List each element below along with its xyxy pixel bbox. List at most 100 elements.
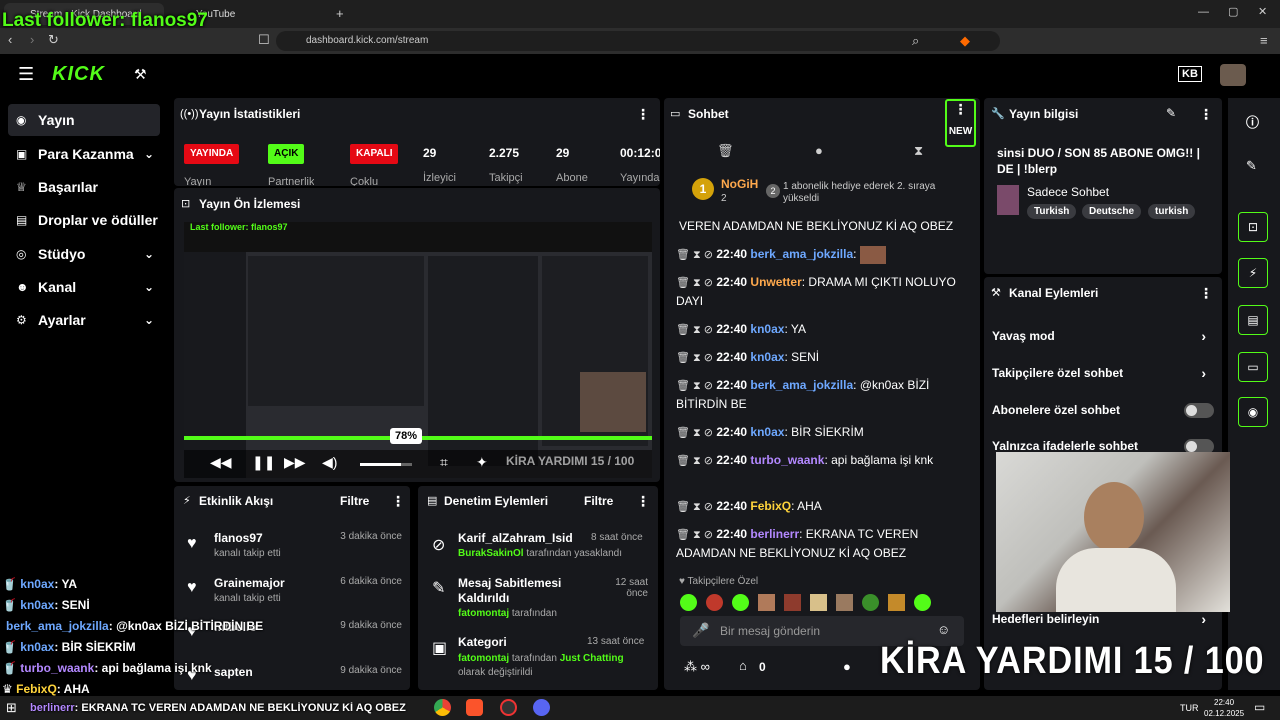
emoji-icon[interactable]: ☺ bbox=[937, 622, 950, 637]
minimize-icon[interactable]: — bbox=[1198, 7, 1209, 18]
sparkle-icon[interactable]: ✦ bbox=[476, 454, 488, 471]
language-indicator[interactable]: TUR bbox=[1180, 703, 1199, 713]
emote-icon[interactable] bbox=[758, 594, 775, 611]
chat-user[interactable]: FebixQ bbox=[750, 499, 791, 513]
mod-tools-icon[interactable]: 🗑 ⧗ ⊘ bbox=[676, 249, 713, 261]
action-set-goals[interactable]: Hedefleri belirleyin › bbox=[992, 611, 1214, 627]
emote-icon[interactable] bbox=[732, 594, 749, 611]
reload-icon[interactable]: ↻ bbox=[48, 33, 59, 46]
points-icon[interactable]: ⁂ ∞ bbox=[684, 659, 710, 675]
chat-user[interactable]: berk_ama_jokzilla bbox=[750, 247, 853, 261]
sidebar-item-kanal[interactable]: ☻ Kanal ⌄ bbox=[8, 271, 160, 303]
brave-icon[interactable] bbox=[466, 699, 483, 716]
zoom-icon[interactable]: ⌕ bbox=[912, 34, 919, 47]
emote-icon[interactable] bbox=[784, 594, 801, 611]
hamburger-icon[interactable]: ☰ bbox=[18, 64, 34, 85]
toggle-switch[interactable] bbox=[1184, 402, 1214, 418]
scan-icon[interactable]: ⊡ bbox=[1238, 212, 1268, 242]
emote-icon[interactable] bbox=[862, 594, 879, 611]
emote-icon[interactable] bbox=[914, 594, 931, 611]
chat-user[interactable]: turbo_waank bbox=[750, 453, 824, 467]
emote-icon[interactable] bbox=[836, 594, 853, 611]
events-filter-button[interactable]: Filtre bbox=[340, 494, 369, 508]
discord-icon[interactable] bbox=[533, 699, 550, 716]
brave-shield-icon[interactable]: ◆ bbox=[960, 34, 970, 47]
more-icon[interactable]: ⋮ bbox=[391, 493, 405, 510]
bookmark-icon[interactable]: ☐ bbox=[258, 33, 270, 46]
mod-tools-icon[interactable]: 🗑 ⧗ ⊘ bbox=[676, 380, 713, 392]
start-icon[interactable]: ⊞ bbox=[6, 700, 17, 716]
back-icon[interactable]: ‹ bbox=[8, 33, 12, 46]
tag[interactable]: Deutsche bbox=[1082, 204, 1142, 219]
mod-tools-icon[interactable]: 🗑 ⧗ ⊘ bbox=[676, 455, 713, 467]
mod-actor[interactable]: BurakSakinOl bbox=[458, 548, 524, 559]
chat-user[interactable]: kn0ax bbox=[750, 425, 784, 439]
sidebar-item-droplar[interactable]: ▤ Droplar ve ödüller bbox=[8, 204, 160, 236]
action-slow-mode[interactable]: Yavaş mod › bbox=[992, 328, 1214, 344]
rewind-icon[interactable]: ◀◀ bbox=[210, 454, 232, 471]
more-icon[interactable]: ⋮ bbox=[636, 493, 650, 510]
address-bar[interactable]: dashboard.kick.com/stream bbox=[276, 31, 1000, 51]
info-icon[interactable]: ⓘ bbox=[1246, 112, 1259, 131]
menu-icon[interactable]: ≡ bbox=[1260, 34, 1268, 47]
tag[interactable]: Turkish bbox=[1027, 204, 1077, 219]
broadcast-icon[interactable]: ◉ bbox=[1238, 397, 1268, 427]
sidebar-item-ayarlar[interactable]: ⚙ Ayarlar ⌄ bbox=[8, 304, 160, 336]
mod-category[interactable]: Just Chatting bbox=[560, 653, 624, 664]
kick-logo[interactable]: KICK bbox=[52, 63, 105, 86]
trash-icon[interactable]: 🗑 bbox=[717, 144, 734, 157]
message-icon[interactable]: ● bbox=[815, 144, 823, 157]
action-subscribers-only[interactable]: Abonelere özel sohbet bbox=[992, 402, 1214, 418]
sidebar-item-yayin[interactable]: ◉ Yayın bbox=[8, 104, 160, 136]
mod-tools-icon[interactable]: 🗑 ⧗ ⊘ bbox=[676, 501, 713, 513]
chat-user[interactable]: berk_ama_jokzilla bbox=[750, 378, 853, 392]
chat-user[interactable]: berlinerr bbox=[750, 527, 799, 541]
emote-icon[interactable] bbox=[706, 594, 723, 611]
hammer-icon[interactable]: ⚒ bbox=[134, 66, 147, 83]
chat-icon[interactable]: ▭ bbox=[1238, 352, 1268, 382]
edit-icon[interactable]: ✎ bbox=[1246, 158, 1257, 174]
chat-user[interactable]: kn0ax bbox=[750, 322, 784, 336]
mod-actor[interactable]: fatomontaj bbox=[458, 653, 509, 664]
document-icon[interactable]: ▤ bbox=[1238, 305, 1268, 335]
mic-icon[interactable]: 🎤 bbox=[692, 622, 709, 639]
pencil-icon[interactable]: ✎ bbox=[1166, 106, 1176, 120]
chrome-icon[interactable] bbox=[434, 699, 451, 716]
close-icon[interactable]: ✕ bbox=[1258, 7, 1267, 18]
emote-icon[interactable] bbox=[888, 594, 905, 611]
crop-icon[interactable]: ⌗ bbox=[440, 454, 448, 471]
stream-category[interactable]: Sadece Sohbet bbox=[1027, 185, 1109, 199]
mod-tools-icon[interactable]: 🗑 ⧗ ⊘ bbox=[676, 324, 713, 336]
emote-icon[interactable] bbox=[680, 594, 697, 611]
mod-tools-icon[interactable]: 🗑 ⧗ ⊘ bbox=[676, 529, 713, 541]
more-icon[interactable]: ⋮ bbox=[1199, 106, 1213, 123]
pause-icon[interactable]: ❚❚ bbox=[252, 454, 275, 471]
moderation-filter-button[interactable]: Filtre bbox=[584, 494, 613, 508]
new-tab-icon[interactable]: + bbox=[336, 7, 344, 20]
bolt-icon[interactable]: ⚡ bbox=[1238, 258, 1268, 288]
avatar[interactable] bbox=[1220, 64, 1246, 86]
stream-preview-video[interactable]: Last follower: flanos97 ◀◀ ❚❚ ▶▶ ◀) 78% … bbox=[184, 222, 652, 478]
mod-view-icon[interactable]: KB bbox=[1178, 66, 1202, 82]
chat-settings-icon[interactable]: ● bbox=[843, 659, 851, 674]
maximize-icon[interactable]: ▢ bbox=[1228, 7, 1238, 18]
mod-actor[interactable]: fatomontaj bbox=[458, 608, 509, 619]
sidebar-item-para-kazanma[interactable]: ▣ Para Kazanma ⌄ bbox=[8, 138, 160, 170]
tag[interactable]: turkish bbox=[1148, 204, 1196, 219]
chat-menu-button[interactable]: ⋮ NEW bbox=[945, 99, 976, 147]
gifter-name[interactable]: NoGiH bbox=[721, 177, 758, 191]
notification-icon[interactable]: ▭ bbox=[1254, 700, 1265, 714]
chat-user[interactable]: Unwetter bbox=[750, 275, 801, 289]
sidebar-item-studyo[interactable]: ◎ Stüdyo ⌄ bbox=[8, 238, 160, 270]
volume-slider[interactable] bbox=[360, 463, 412, 466]
clock[interactable]: 22:40 02.12.2025 bbox=[1204, 697, 1244, 719]
mod-tools-icon[interactable]: 🗑 ⧗ ⊘ bbox=[676, 427, 713, 439]
action-followers-only[interactable]: Takipçilere özel sohbet › bbox=[992, 365, 1214, 381]
mod-tools-icon[interactable]: 🗑 ⧗ ⊘ bbox=[676, 277, 713, 289]
sidebar-item-basarilar[interactable]: ♕ Başarılar bbox=[8, 171, 160, 203]
volume-icon[interactable]: ◀) bbox=[322, 454, 337, 471]
more-icon[interactable]: ⋮ bbox=[636, 106, 650, 123]
chat-user[interactable]: kn0ax bbox=[750, 350, 784, 364]
forward-icon[interactable]: › bbox=[30, 33, 34, 46]
mod-tools-icon[interactable]: 🗑 ⧗ ⊘ bbox=[676, 352, 713, 364]
